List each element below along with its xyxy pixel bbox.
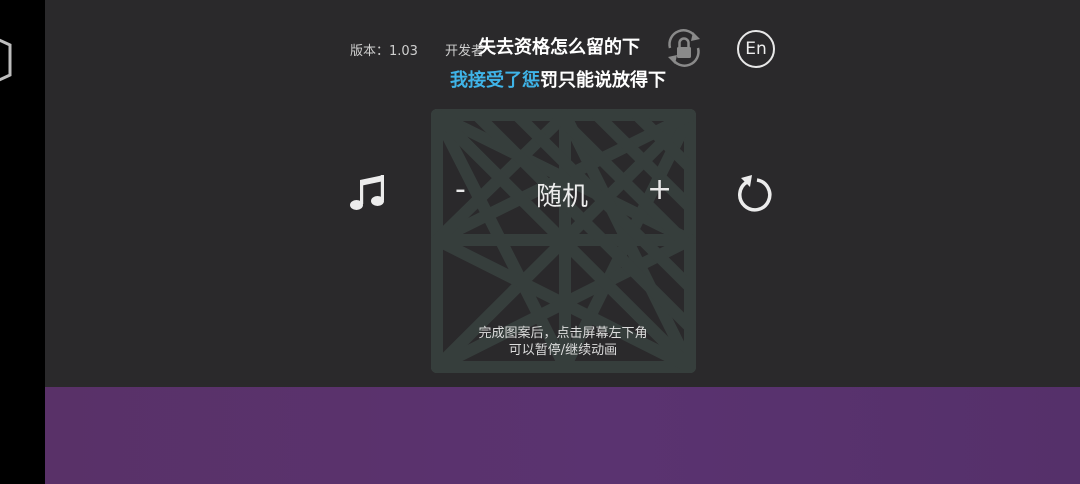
lyric-line-1: 失去资格怎么留的下: [478, 37, 640, 58]
language-button[interactable]: En: [737, 30, 775, 68]
hint-line-2: 可以暂停/继续动画: [508, 343, 618, 358]
bottom-bar[interactable]: [45, 387, 1080, 484]
left-edge-bar: [0, 0, 45, 484]
lyric-line-2: 我接受了惩罚只能说放得下: [450, 66, 666, 92]
mode-label[interactable]: 随机: [536, 176, 588, 213]
lyric-line-2-rest: 罚只能说放得下: [540, 70, 666, 91]
decrease-button[interactable]: -: [455, 172, 466, 207]
refresh-icon[interactable]: [733, 172, 777, 216]
hexagon-icon[interactable]: [0, 30, 14, 90]
music-note-icon[interactable]: [347, 172, 389, 214]
increase-button[interactable]: +: [647, 172, 672, 207]
version-text: 版本：1.03: [350, 44, 418, 59]
lyric-line-2-highlight: 我接受了惩: [450, 70, 540, 91]
rotation-lock-icon[interactable]: [662, 26, 706, 70]
